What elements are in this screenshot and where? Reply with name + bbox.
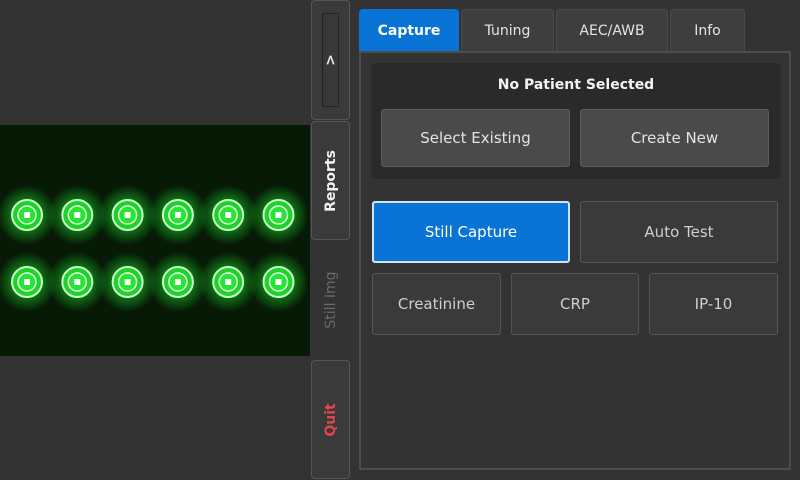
- patient-status: No Patient Selected: [497, 77, 655, 93]
- still-img-label: Still Img: [322, 270, 339, 329]
- capture-panel: No Patient Selected Select Existing Crea…: [359, 51, 791, 470]
- patient-selection-box: No Patient Selected Select Existing Crea…: [371, 63, 781, 179]
- app-window: > Reports Still Img Quit Capture Tuning …: [0, 0, 800, 480]
- tab-info[interactable]: Info: [670, 9, 745, 51]
- create-new-button[interactable]: Create New: [580, 109, 769, 167]
- led-spot: [248, 185, 309, 245]
- collapse-panel-button[interactable]: >: [311, 0, 350, 120]
- camera-preview: [0, 125, 310, 356]
- quit-label: Quit: [322, 402, 339, 437]
- tab-aec-awb[interactable]: AEC/AWB: [556, 9, 668, 51]
- auto-test-button[interactable]: Auto Test: [580, 201, 778, 263]
- reports-label: Reports: [322, 149, 339, 212]
- creatinine-button[interactable]: Creatinine: [372, 273, 501, 335]
- crp-button[interactable]: CRP: [511, 273, 639, 335]
- still-img-button[interactable]: Still Img: [311, 241, 350, 358]
- tab-capture[interactable]: Capture: [359, 9, 459, 51]
- tab-tuning[interactable]: Tuning: [461, 9, 554, 51]
- led-array-image: [0, 185, 309, 312]
- chevron-right-icon: >: [322, 54, 339, 66]
- quit-button[interactable]: Quit: [311, 360, 350, 479]
- select-existing-button[interactable]: Select Existing: [381, 109, 570, 167]
- reports-button[interactable]: Reports: [311, 121, 350, 240]
- still-capture-button[interactable]: Still Capture: [372, 201, 570, 263]
- led-spot: [248, 252, 309, 312]
- ip-10-button[interactable]: IP-10: [649, 273, 778, 335]
